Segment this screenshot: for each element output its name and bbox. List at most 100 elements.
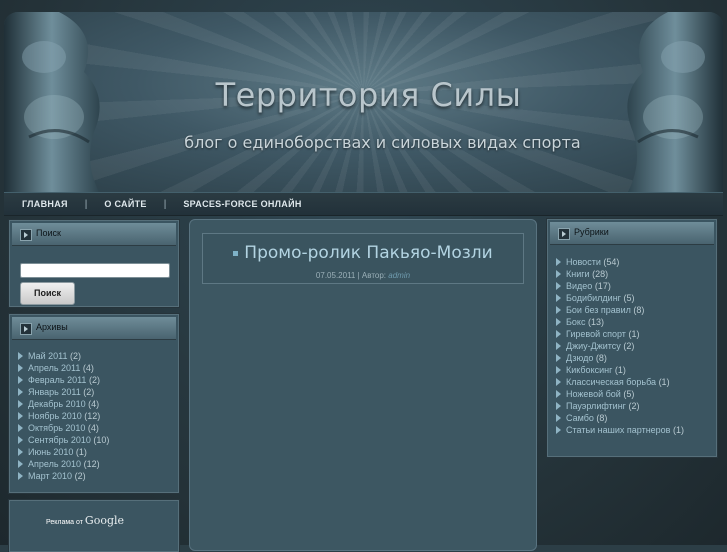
category-count: (5): [623, 293, 635, 303]
arrow-right-icon: [18, 412, 23, 420]
arrow-right-icon: [556, 390, 561, 398]
google-logo: Google: [84, 514, 125, 527]
category-item: Джиу-Джитсу (2): [556, 340, 684, 352]
category-link[interactable]: Бои без правил: [566, 305, 631, 315]
post-meta: 07.05.2011 | Автор: admin: [203, 271, 523, 280]
arrow-right-icon: [18, 388, 23, 396]
arrow-right-icon: [18, 472, 23, 480]
main-navigation: ГЛАВНАЯ | О САЙТЕ | SPACES-FORCE ОНЛАЙН: [4, 192, 723, 216]
search-widget-header: Поиск: [12, 223, 176, 246]
category-count: (2): [623, 341, 635, 351]
categories-widget-header: Рубрики: [550, 222, 714, 245]
box-bullet-icon: [20, 323, 32, 335]
archive-count: (2): [88, 375, 100, 385]
archive-count: (4): [88, 399, 100, 409]
arrow-right-icon: [556, 294, 561, 302]
category-count: (54): [603, 257, 620, 267]
arrow-right-icon: [556, 402, 561, 410]
category-link[interactable]: Джиу-Джитсу: [566, 341, 621, 351]
category-count: (1): [628, 329, 640, 339]
archive-link[interactable]: Январь 2011: [28, 387, 81, 397]
arrow-right-icon: [18, 448, 23, 456]
category-link[interactable]: Гиревой спорт: [566, 329, 626, 339]
archive-link[interactable]: Октябрь 2010: [28, 423, 85, 433]
arrow-right-icon: [18, 400, 23, 408]
category-count: (1): [614, 365, 626, 375]
category-count: (1): [658, 377, 670, 387]
category-count: (8): [596, 413, 608, 423]
archive-item: Ноябрь 2010 (12): [18, 410, 109, 422]
arrow-right-icon: [556, 318, 561, 326]
category-link[interactable]: Дзюдо: [566, 353, 593, 363]
category-count: (8): [633, 305, 645, 315]
box-bullet-icon: [558, 228, 570, 240]
categories-widget: Рубрики Новости (54) Книги (28) Видео (1…: [547, 219, 717, 457]
post-meta-separator: |: [357, 271, 360, 280]
archive-link[interactable]: Июнь 2010: [28, 447, 73, 457]
nav-item-about[interactable]: О САЙТЕ: [104, 199, 146, 209]
post-title[interactable]: Промо-ролик Пакьяо-Мозли: [203, 243, 523, 263]
category-link[interactable]: Книги: [566, 269, 590, 279]
category-item: Книги (28): [556, 268, 684, 280]
arrow-right-icon: [18, 460, 23, 468]
category-link[interactable]: Классическая борьба: [566, 377, 656, 387]
archive-link[interactable]: Ноябрь 2010: [28, 411, 82, 421]
category-link[interactable]: Бодибилдинг: [566, 293, 621, 303]
category-count: (1): [672, 425, 684, 435]
category-item: Бодибилдинг (5): [556, 292, 684, 304]
category-link[interactable]: Новости: [566, 257, 601, 267]
archive-link[interactable]: Февраль 2011: [28, 375, 86, 385]
ads-by-google-label[interactable]: Реклама от Google: [46, 514, 124, 527]
ads-widget: Реклама от Google: [9, 500, 179, 552]
arrow-right-icon: [556, 342, 561, 350]
post-date: 07.05.2011: [315, 271, 356, 280]
search-input[interactable]: [20, 263, 170, 278]
archives-list: Май 2011 (2) Апрель 2011 (4) Февраль 201…: [18, 350, 109, 482]
category-count: (17): [594, 281, 611, 291]
nav-item-home[interactable]: ГЛАВНАЯ: [22, 199, 68, 209]
site-subtitle: блог о единоборствах и силовых видах спо…: [184, 133, 581, 152]
arrow-right-icon: [556, 414, 561, 422]
nav-separator: |: [84, 198, 88, 210]
archive-link[interactable]: Май 2011: [28, 351, 68, 361]
nav-item-spaces-force-online[interactable]: SPACES-FORCE ОНЛАЙН: [183, 199, 301, 209]
category-link[interactable]: Видео: [566, 281, 592, 291]
post-header: Промо-ролик Пакьяо-Мозли 07.05.2011 | Ав…: [202, 233, 524, 284]
archive-link[interactable]: Декабрь 2010: [28, 399, 86, 409]
category-item: Бокс (13): [556, 316, 684, 328]
search-widget: Поиск Поиск: [9, 220, 179, 307]
category-link[interactable]: Кикбоксинг: [566, 365, 612, 375]
archive-item: Сентябрь 2010 (10): [18, 434, 109, 446]
category-item: Статьи наших партнеров (1): [556, 424, 684, 436]
post-title-text[interactable]: Промо-ролик Пакьяо-Мозли: [244, 243, 492, 263]
arrow-right-icon: [556, 282, 561, 290]
archives-widget-title: Архивы: [36, 322, 68, 332]
arrow-right-icon: [556, 378, 561, 386]
archive-link[interactable]: Сентябрь 2010: [28, 435, 91, 445]
archive-item: Февраль 2011 (2): [18, 374, 109, 386]
archive-link[interactable]: Март 2010: [28, 471, 72, 481]
category-link[interactable]: Самбо: [566, 413, 594, 423]
category-count: (2): [628, 401, 640, 411]
archive-count: (4): [82, 363, 94, 373]
category-item: Самбо (8): [556, 412, 684, 424]
category-item: Гиревой спорт (1): [556, 328, 684, 340]
ads-label: Реклама от: [46, 519, 83, 526]
archive-link[interactable]: Апрель 2011: [28, 363, 80, 373]
category-link[interactable]: Ножевой бой: [566, 389, 621, 399]
archive-count: (4): [87, 423, 99, 433]
archive-link[interactable]: Апрель 2010: [28, 459, 81, 469]
post-author-link[interactable]: admin: [388, 271, 410, 280]
arrow-right-icon: [18, 352, 23, 360]
category-link[interactable]: Статьи наших партнеров: [566, 425, 670, 435]
archive-item: Апрель 2010 (12): [18, 458, 109, 470]
site-title[interactable]: Территория Силы: [4, 76, 723, 114]
category-link[interactable]: Пауэрлифтинг: [566, 401, 626, 411]
archive-count: (12): [84, 411, 101, 421]
category-link[interactable]: Бокс: [566, 317, 585, 327]
archive-item: Октябрь 2010 (4): [18, 422, 109, 434]
arrow-right-icon: [556, 426, 561, 434]
search-widget-title: Поиск: [36, 228, 61, 238]
nav-separator: |: [163, 198, 167, 210]
search-button[interactable]: Поиск: [20, 282, 75, 305]
